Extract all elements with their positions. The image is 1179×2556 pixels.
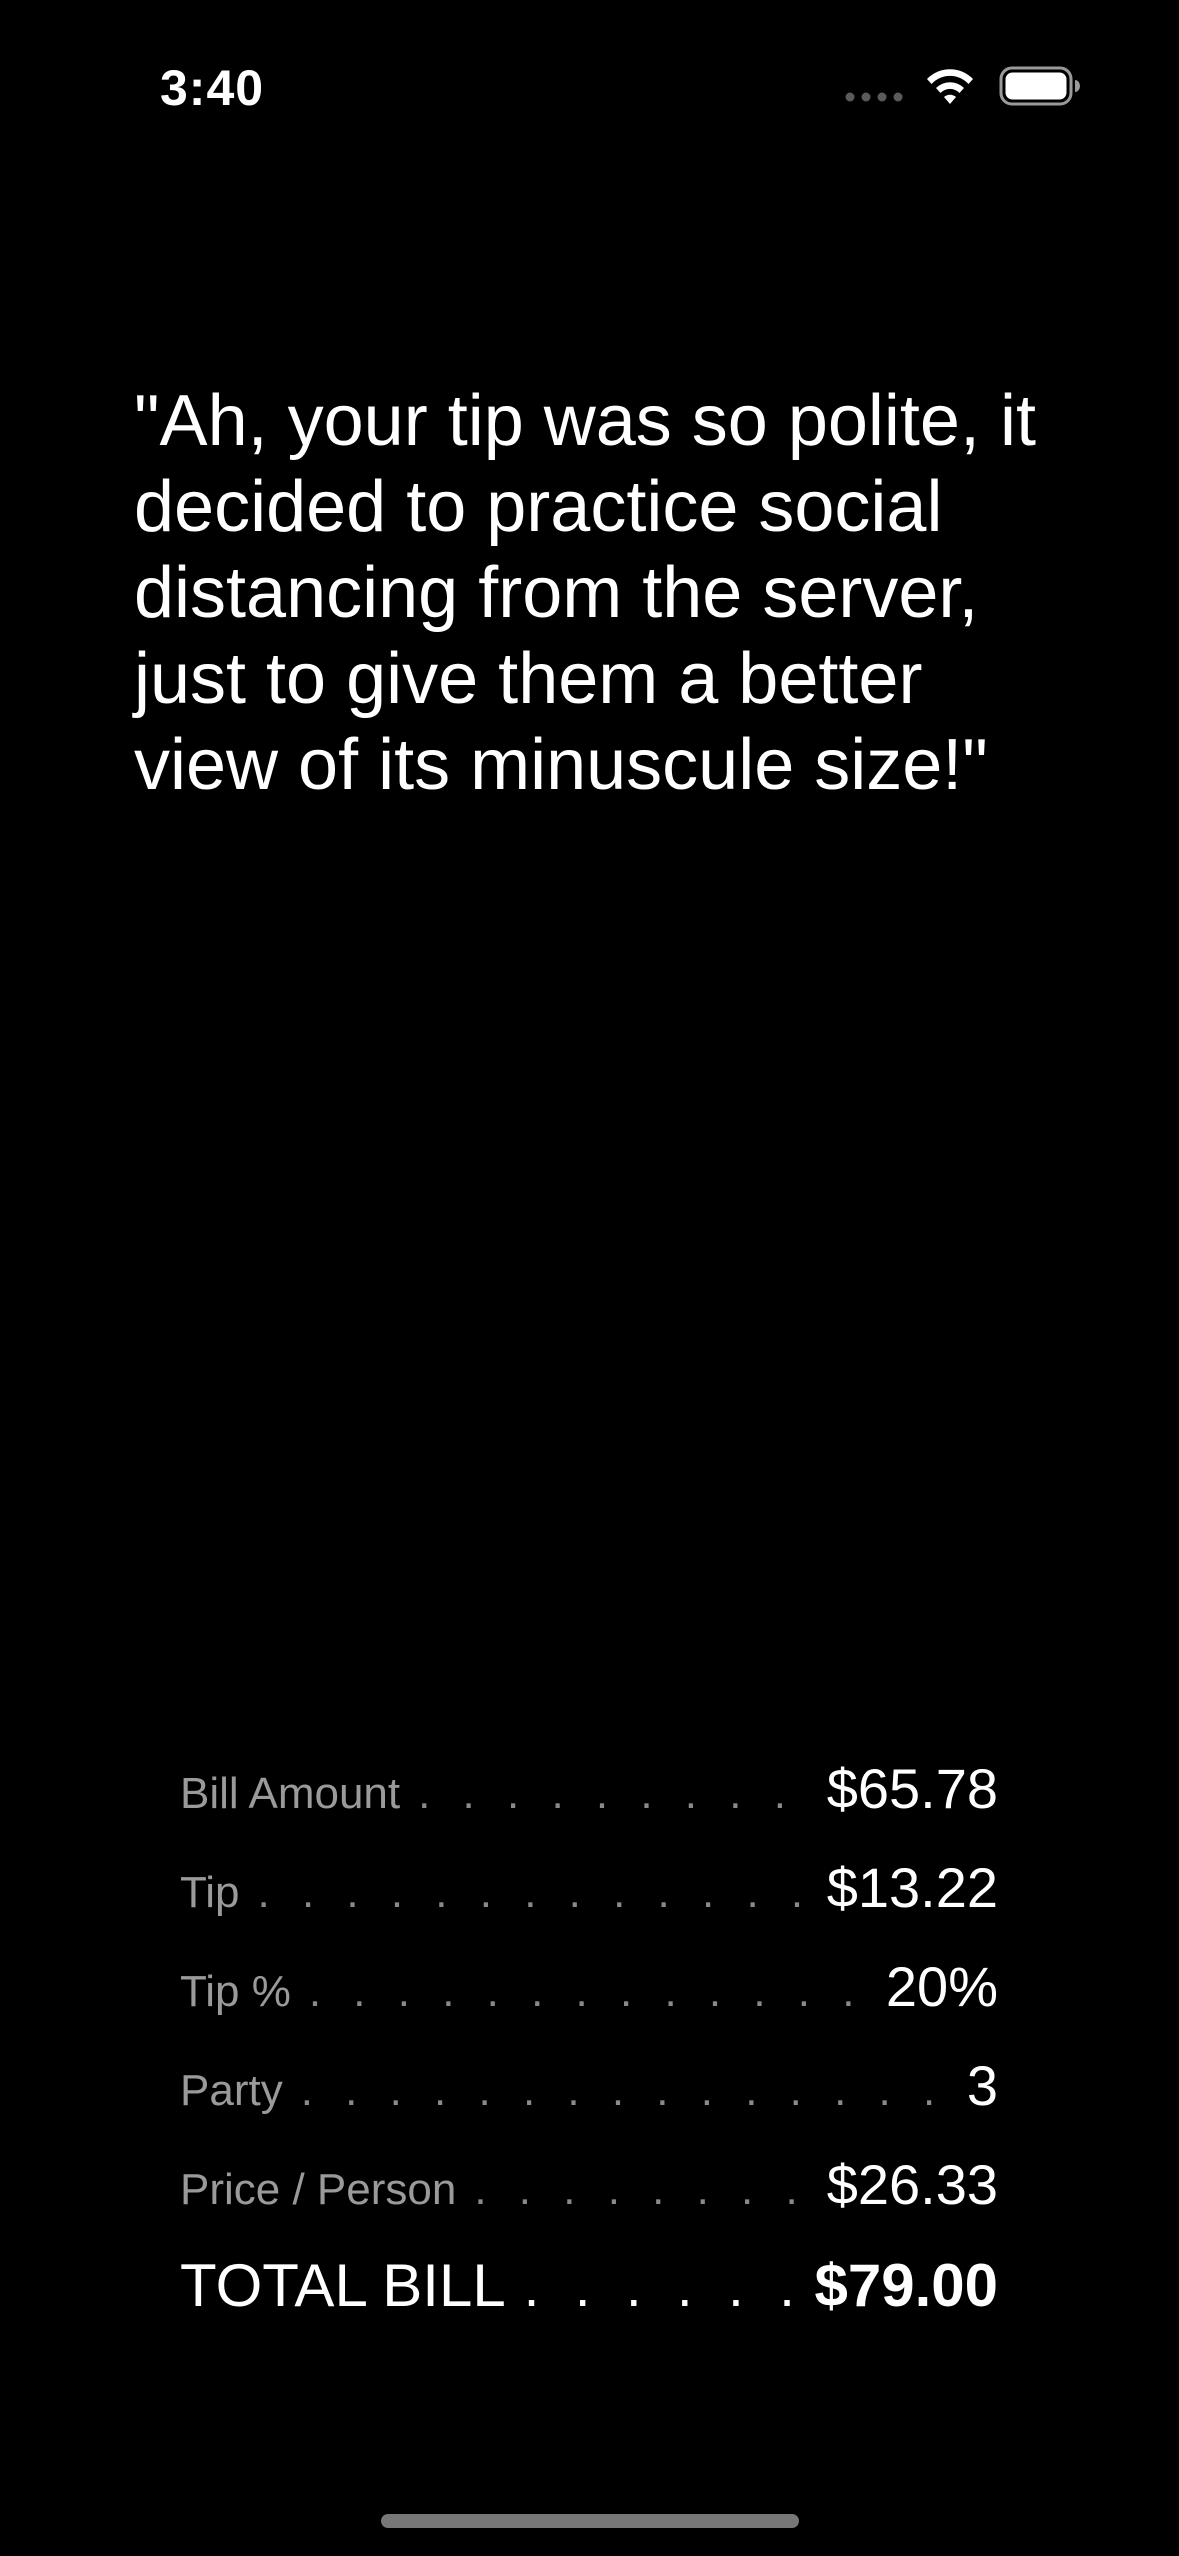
price-per-person-value: $26.33 <box>826 2153 998 2216</box>
bill-amount-value: $65.78 <box>826 1757 998 1820</box>
dot-leader <box>309 1967 878 2017</box>
dot-leader <box>474 2165 818 2215</box>
bill-summary: Bill Amount $65.78 Tip $13.22 Tip % 20% … <box>180 1756 998 2350</box>
tip-percent-value: 20% <box>885 1955 998 2018</box>
total-bill-label: TOTAL BILL <box>180 2252 506 2319</box>
status-bar: 3:40 <box>0 0 1179 130</box>
bill-amount-row: Bill Amount $65.78 <box>180 1756 998 1855</box>
party-value: 3 <box>966 2054 998 2117</box>
bill-amount-label: Bill Amount <box>180 1769 401 1818</box>
roast-quote: "Ah, your tip was so polite, it decided … <box>134 381 1036 805</box>
cellular-signal-icon <box>845 92 903 102</box>
home-indicator[interactable] <box>381 2514 799 2528</box>
tip-percent-label: Tip % <box>180 1967 291 2016</box>
dot-leader <box>301 2066 959 2116</box>
total-bill-value: $79.00 <box>814 2252 998 2319</box>
tip-percent-row: Tip % 20% <box>180 1954 998 2053</box>
status-time: 3:40 <box>160 60 265 116</box>
party-row: Party 3 <box>180 2053 998 2152</box>
tip-value: $13.22 <box>826 1856 998 1919</box>
total-bill-row: TOTAL BILL $79.00 <box>180 2251 998 2350</box>
battery-icon <box>999 66 1080 106</box>
dot-leader <box>258 1868 819 1918</box>
price-per-person-label: Price / Person <box>180 2165 457 2214</box>
dot-leader <box>418 1769 819 1819</box>
dot-leader <box>524 2254 807 2319</box>
price-per-person-row: Price / Person $26.33 <box>180 2152 998 2251</box>
tip-label: Tip <box>180 1868 240 1917</box>
party-label: Party <box>180 2066 283 2115</box>
tip-row: Tip $13.22 <box>180 1855 998 1954</box>
wifi-icon <box>927 69 973 104</box>
